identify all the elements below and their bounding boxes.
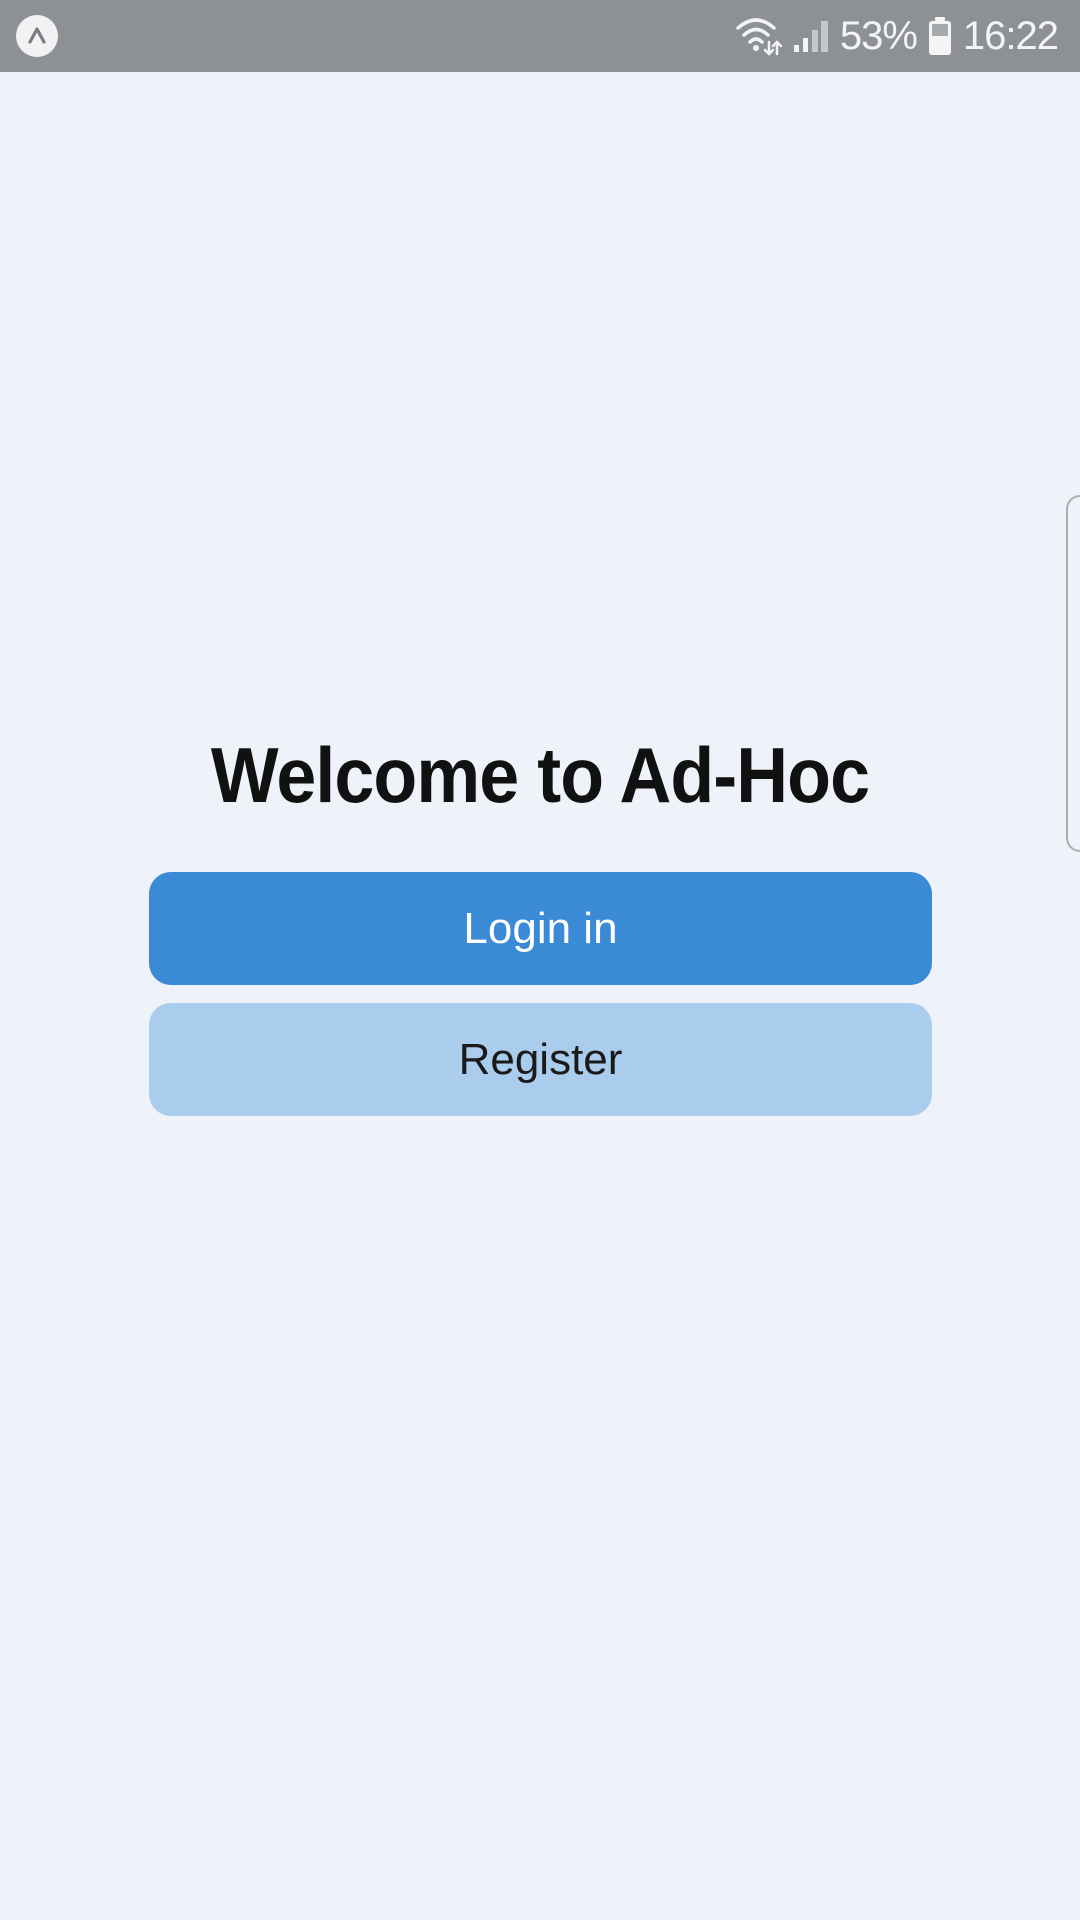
status-right: 53% 16:22 bbox=[734, 13, 1059, 59]
battery-icon bbox=[927, 16, 953, 56]
app-screen: 53% 16:22 Welcome to Ad-Hoc Login in Reg… bbox=[0, 0, 1080, 1920]
welcome-title: Welcome to Ad-Hoc bbox=[210, 731, 870, 819]
edge-panel-handle[interactable] bbox=[1066, 495, 1080, 852]
wifi-icon bbox=[734, 16, 782, 56]
signal-icon bbox=[792, 18, 830, 54]
battery-percent: 53% bbox=[839, 13, 918, 58]
login-button[interactable]: Login in bbox=[149, 872, 932, 985]
status-left bbox=[16, 15, 58, 57]
clock-time: 16:22 bbox=[962, 13, 1059, 58]
status-bar: 53% 16:22 bbox=[0, 0, 1080, 72]
register-button[interactable]: Register bbox=[149, 1003, 932, 1116]
app-notification-icon bbox=[16, 15, 58, 57]
